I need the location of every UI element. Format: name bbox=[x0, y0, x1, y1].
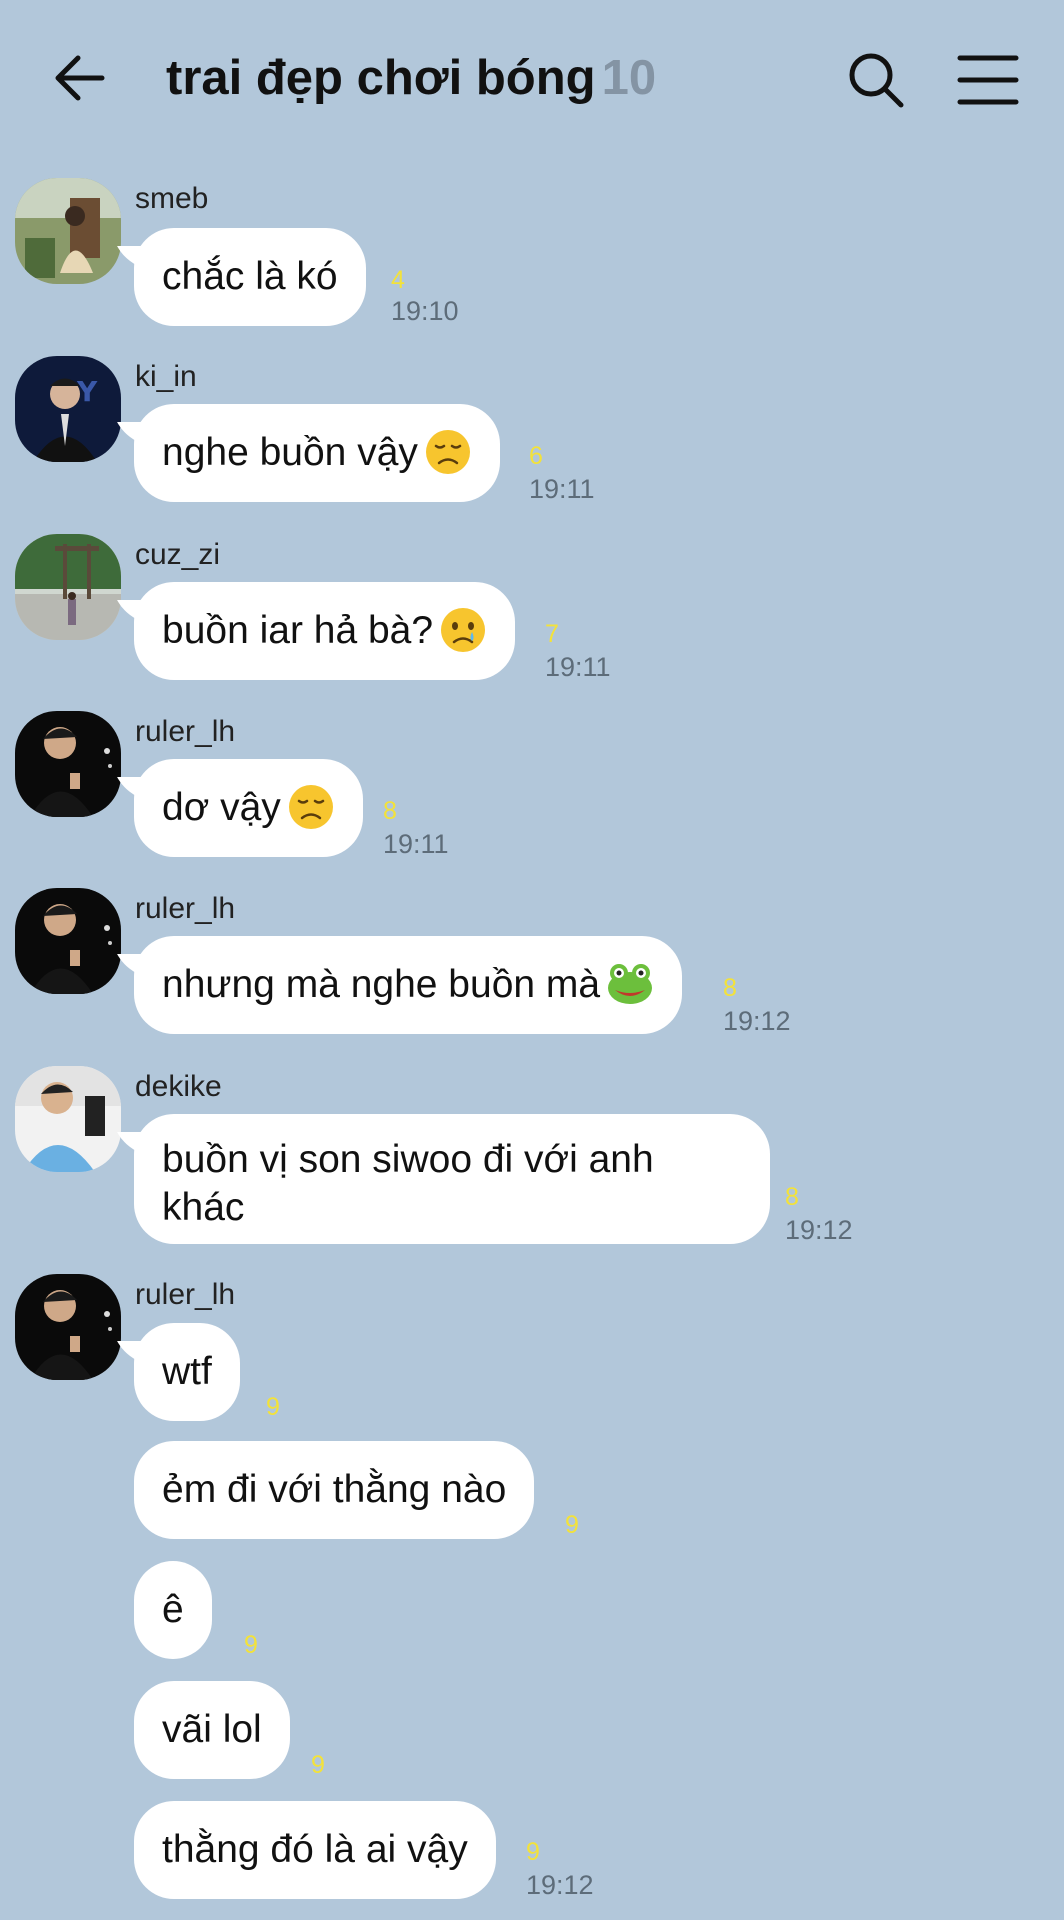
message-bubble[interactable]: ê bbox=[134, 1561, 212, 1659]
message-text: vãi lol bbox=[162, 1708, 262, 1751]
message-text: chắc là kó bbox=[162, 255, 338, 298]
sender-name: ruler_lh bbox=[135, 715, 236, 748]
crying-face-icon bbox=[439, 606, 487, 654]
message-bubble[interactable]: buồn vị son siwoo đi với anh khác bbox=[134, 1114, 770, 1244]
disappointed-face-icon bbox=[287, 783, 335, 831]
menu-button[interactable] bbox=[956, 50, 1020, 110]
message-text: ê bbox=[162, 1588, 184, 1631]
message-text: dơ vậy bbox=[162, 786, 281, 829]
avatar-smeb[interactable] bbox=[15, 178, 121, 284]
sender-name: ki_in bbox=[135, 360, 197, 393]
disappointed-face-icon bbox=[424, 428, 472, 476]
message-bubble[interactable]: vãi lol bbox=[134, 1681, 290, 1779]
member-count: 10 bbox=[601, 51, 657, 105]
message-bubble[interactable]: nghe buồn vậy bbox=[134, 404, 500, 502]
message-text: nhưng mà nghe buồn mà bbox=[162, 963, 601, 1006]
search-icon bbox=[849, 53, 904, 108]
avatar-dekike[interactable] bbox=[15, 1066, 121, 1172]
unread-count: 9 bbox=[266, 1393, 280, 1421]
unread-count: 7 bbox=[545, 620, 559, 648]
frog-face-icon bbox=[606, 960, 654, 1008]
message-text: buồn iar hả bà? bbox=[162, 609, 434, 652]
search-button[interactable] bbox=[846, 50, 906, 110]
sender-name: cuz_zi bbox=[135, 538, 221, 571]
avatar-cuz-zi[interactable] bbox=[15, 534, 121, 640]
message-text: thằng đó là ai vậy bbox=[162, 1828, 468, 1871]
unread-count: 8 bbox=[383, 797, 397, 825]
chat-name: trai đẹp chơi bóng bbox=[166, 51, 596, 105]
unread-count: 4 bbox=[391, 266, 405, 294]
sender-name: ruler_lh bbox=[135, 892, 236, 925]
message-text: wtf bbox=[162, 1350, 212, 1393]
message-bubble[interactable]: wtf bbox=[134, 1323, 240, 1421]
message-time: 19:12 bbox=[526, 1870, 594, 1900]
message-time: 19:10 bbox=[391, 296, 459, 326]
unread-count: 9 bbox=[244, 1631, 258, 1659]
message-time: 19:12 bbox=[723, 1006, 791, 1036]
message-text: buồn vị son siwoo đi với anh khác bbox=[162, 1138, 654, 1229]
message-bubble[interactable]: ẻm đi với thằng nào bbox=[134, 1441, 535, 1539]
sender-name: ruler_lh bbox=[135, 1278, 236, 1311]
unread-count: 6 bbox=[529, 442, 543, 470]
chat-header: trai đẹp chơi bóng 10 bbox=[0, 0, 1064, 160]
unread-count: 8 bbox=[723, 974, 737, 1002]
message-text: ẻm đi với thằng nào bbox=[162, 1468, 507, 1511]
sender-name: smeb bbox=[135, 182, 209, 215]
menu-icon bbox=[957, 55, 1019, 105]
message-bubble[interactable]: thằng đó là ai vậy bbox=[134, 1801, 496, 1899]
message-bubble[interactable]: buồn iar hả bà? bbox=[134, 582, 516, 680]
sender-name: dekike bbox=[135, 1070, 222, 1103]
message-bubble[interactable]: chắc là kó bbox=[134, 228, 366, 326]
unread-count: 9 bbox=[526, 1838, 540, 1866]
avatar-ruler-lh[interactable] bbox=[15, 711, 121, 817]
message-bubble[interactable]: dơ vậy bbox=[134, 759, 363, 857]
back-button[interactable] bbox=[50, 48, 110, 108]
avatar-ki-in[interactable] bbox=[15, 356, 121, 462]
avatar-ruler-lh[interactable] bbox=[15, 1274, 121, 1380]
message-time: 19:11 bbox=[545, 652, 611, 682]
message-text: nghe buồn vậy bbox=[162, 431, 418, 474]
avatar-ruler-lh[interactable] bbox=[15, 888, 121, 994]
unread-count: 9 bbox=[311, 1751, 325, 1779]
unread-count: 8 bbox=[785, 1183, 799, 1211]
message-time: 19:12 bbox=[785, 1215, 853, 1245]
chat-title: trai đẹp chơi bóng 10 bbox=[166, 50, 656, 106]
arrow-left-icon bbox=[55, 55, 105, 101]
message-time: 19:11 bbox=[383, 829, 449, 859]
message-time: 19:11 bbox=[529, 474, 595, 504]
unread-count: 9 bbox=[565, 1511, 579, 1539]
message-bubble[interactable]: nhưng mà nghe buồn mà bbox=[134, 936, 683, 1034]
